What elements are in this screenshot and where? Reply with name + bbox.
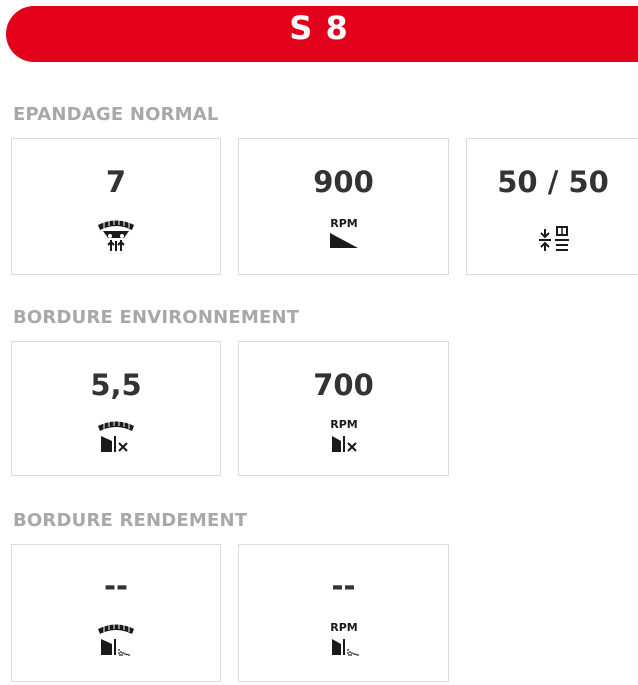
disc-border-environment-icon (98, 420, 134, 452)
card-value: 900 (313, 165, 374, 199)
rpm-label: RPM (330, 418, 357, 431)
section-title-bordure-environnement: BORDURE ENVIRONNEMENT (13, 307, 300, 328)
card-value: 50 / 50 (497, 165, 609, 199)
rpm-border-environment-icon: RPM (330, 418, 357, 452)
rpm-label: RPM (330, 217, 357, 230)
card-value: 5,5 (90, 368, 142, 402)
card-disc-position[interactable]: 7 (11, 138, 221, 275)
rpm-border-yield-icon: RPM (330, 621, 359, 656)
card-border-env-disc[interactable]: 5,5 (11, 341, 221, 476)
section-title-epandage-normal: EPANDAGE NORMAL (13, 104, 219, 125)
card-rpm[interactable]: 900 RPM (238, 138, 449, 275)
disc-spreading-position-icon (98, 219, 134, 251)
page-title: S 8 (289, 9, 349, 47)
rpm-ramp-icon: RPM (329, 217, 358, 248)
rpm-label: RPM (330, 621, 357, 634)
card-border-yield-disc[interactable]: -- (11, 544, 221, 682)
card-border-yield-rpm[interactable]: -- RPM (238, 544, 449, 682)
card-value: -- (103, 569, 129, 603)
card-value: 700 (313, 368, 374, 402)
card-value: 7 (105, 165, 127, 199)
disc-border-yield-icon (98, 623, 134, 656)
section-title-bordure-rendement: BORDURE RENDEMENT (13, 510, 248, 531)
settings-screen: S 8 EPANDAGE NORMAL 7 900 RPM 50 / 50 BO… (0, 0, 638, 685)
card-value: -- (331, 569, 356, 603)
card-flow-distribution[interactable]: 50 / 50 (466, 138, 638, 275)
flow-distribution-icon (539, 226, 569, 251)
card-border-env-rpm[interactable]: 700 RPM (238, 341, 449, 476)
